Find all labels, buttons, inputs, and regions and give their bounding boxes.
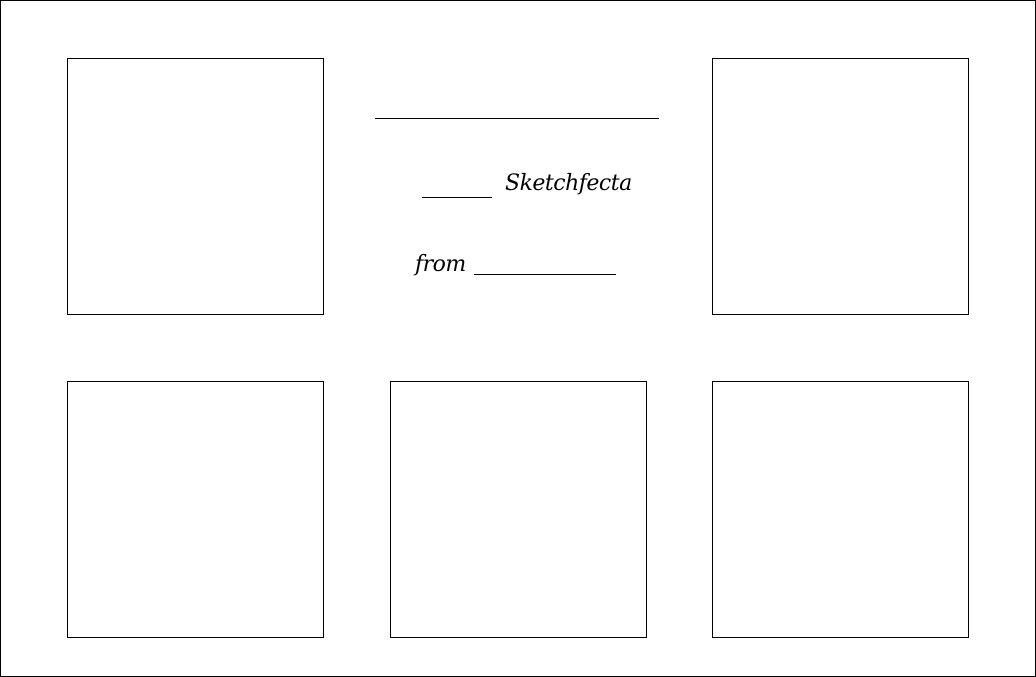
- sketch-panel-top-right: [712, 58, 969, 315]
- sketch-panel-top-left: [67, 58, 324, 315]
- series-number-blank-line: [422, 197, 492, 198]
- title-blank-line: [375, 118, 659, 119]
- sketchfecta-label: Sketchfecta: [505, 171, 632, 196]
- sketch-panel-bottom-left: [67, 381, 324, 638]
- sketch-panel-bottom-center: [390, 381, 647, 638]
- sketch-panel-bottom-right: [712, 381, 969, 638]
- from-label: from: [415, 252, 466, 277]
- artist-blank-line: [474, 274, 616, 275]
